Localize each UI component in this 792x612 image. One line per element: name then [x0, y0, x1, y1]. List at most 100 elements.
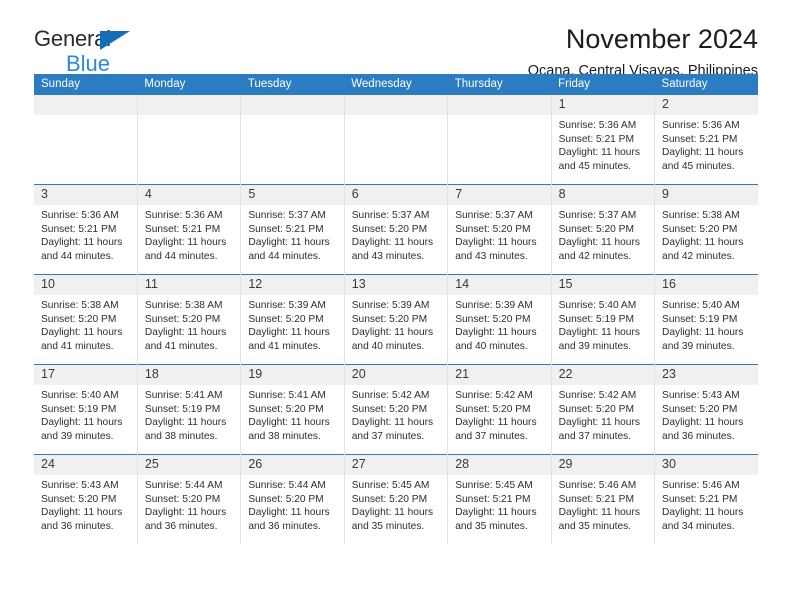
- sunrise-text: Sunrise: 5:41 AM: [248, 390, 326, 401]
- day-number: 3: [34, 185, 137, 205]
- day-number: 24: [34, 455, 137, 475]
- daylight-text: Daylight: 11 hours and 43 minutes.: [455, 237, 537, 262]
- calendar-day-cell[interactable]: 7 Sunrise: 5:37 AM Sunset: 5:20 PM Daylight…: [447, 184, 552, 275]
- calendar-day-cell[interactable]: 8 Sunrise: 5:37 AM Sunset: 5:20 PM Daylight…: [551, 184, 656, 275]
- sunset-text: Sunset: 5:21 PM: [662, 133, 738, 145]
- sunset-text: Sunset: 5:20 PM: [351, 223, 428, 235]
- sunrise-text: Sunrise: 5:43 AM: [662, 390, 740, 401]
- day-details: Sunrise: 5:39 AM Sunset: 5:20 PM Daylight:…: [241, 295, 343, 353]
- calendar-day-cell[interactable]: 20 Sunrise: 5:42 AM Sunset: 5:20 PM Dayligh…: [344, 364, 449, 455]
- sunset-text: Sunset: 5:19 PM: [662, 313, 738, 325]
- sunrise-text: Sunrise: 5:46 AM: [662, 480, 740, 491]
- calendar-day-cell[interactable]: 10 Sunrise: 5:38 AM Sunset: 5:20 PM Dayligh…: [34, 274, 138, 365]
- day-details: Sunrise: 5:40 AM Sunset: 5:19 PM Daylight:…: [552, 295, 654, 353]
- sunset-text: Sunset: 5:21 PM: [455, 493, 531, 505]
- sunset-text: Sunset: 5:20 PM: [144, 313, 221, 325]
- calendar-day-cell[interactable]: 9 Sunrise: 5:38 AM Sunset: 5:20 PM Daylight…: [654, 184, 758, 275]
- sunset-text: Sunset: 5:20 PM: [558, 223, 634, 235]
- weekday-header-saturday: Saturday: [654, 74, 758, 95]
- calendar-day-cell[interactable]: 14 Sunrise: 5:39 AM Sunset: 5:20 PM Dayligh…: [447, 274, 552, 365]
- calendar-day-cell[interactable]: 19 Sunrise: 5:41 AM Sunset: 5:20 PM Dayligh…: [240, 364, 345, 455]
- calendar-day-cell[interactable]: 1 Sunrise: 5:36 AM Sunset: 5:21 PM Daylight…: [551, 95, 656, 185]
- day-details: Sunrise: 5:36 AM Sunset: 5:21 PM Daylight:…: [138, 205, 240, 263]
- sunset-text: Sunset: 5:20 PM: [455, 313, 531, 325]
- sunrise-text: Sunrise: 5:45 AM: [455, 480, 533, 491]
- calendar-day-cell[interactable]: 6 Sunrise: 5:37 AM Sunset: 5:20 PM Daylight…: [344, 184, 449, 275]
- sunset-text: Sunset: 5:19 PM: [558, 313, 634, 325]
- sunset-text: Sunset: 5:21 PM: [558, 493, 634, 505]
- brand-logo[interactable]: General Blue: [34, 28, 234, 78]
- weekday-header-wednesday: Wednesday: [344, 74, 448, 95]
- calendar-page: General Blue November 2024 Ocana, Centra…: [0, 0, 792, 612]
- daylight-text: Daylight: 11 hours and 36 minutes.: [144, 507, 227, 532]
- day-details: Sunrise: 5:42 AM Sunset: 5:20 PM Daylight:…: [552, 385, 654, 443]
- day-details: Sunrise: 5:38 AM Sunset: 5:20 PM Daylight:…: [34, 295, 137, 353]
- daylight-text: Daylight: 11 hours and 36 minutes.: [248, 507, 330, 532]
- calendar-week-row: 24 Sunrise: 5:43 AM Sunset: 5:20 PM Dayligh…: [34, 454, 758, 544]
- weekday-header-thursday: Thursday: [447, 74, 552, 95]
- day-details: Sunrise: 5:42 AM Sunset: 5:20 PM Daylight:…: [345, 385, 447, 443]
- calendar-cell-empty: [344, 95, 449, 185]
- day-number: 22: [551, 365, 655, 385]
- day-number: 26: [241, 455, 344, 475]
- day-number: 13: [344, 275, 448, 295]
- day-details: Sunrise: 5:42 AM Sunset: 5:20 PM Daylight:…: [448, 385, 550, 443]
- calendar-day-cell[interactable]: 26 Sunrise: 5:44 AM Sunset: 5:20 PM Dayligh…: [240, 454, 345, 544]
- sunset-text: Sunset: 5:20 PM: [248, 493, 324, 505]
- calendar-cell-empty: [137, 95, 242, 185]
- sunrise-text: Sunrise: 5:36 AM: [662, 120, 740, 131]
- day-details: Sunrise: 5:36 AM Sunset: 5:21 PM Daylight:…: [552, 115, 654, 173]
- daylight-text: Daylight: 11 hours and 40 minutes.: [455, 327, 537, 352]
- calendar-day-cell[interactable]: 4 Sunrise: 5:36 AM Sunset: 5:21 PM Daylight…: [137, 184, 242, 275]
- calendar-day-cell[interactable]: 25 Sunrise: 5:44 AM Sunset: 5:20 PM Dayligh…: [137, 454, 242, 544]
- day-number: 20: [344, 365, 448, 385]
- calendar-day-cell[interactable]: 3 Sunrise: 5:36 AM Sunset: 5:21 PM Daylight…: [34, 184, 138, 275]
- calendar-day-cell[interactable]: 21 Sunrise: 5:42 AM Sunset: 5:20 PM Dayligh…: [447, 364, 552, 455]
- calendar-day-cell[interactable]: 11 Sunrise: 5:38 AM Sunset: 5:20 PM Dayligh…: [137, 274, 242, 365]
- day-details: Sunrise: 5:44 AM Sunset: 5:20 PM Daylight:…: [138, 475, 240, 533]
- daylight-text: Daylight: 11 hours and 35 minutes.: [558, 507, 640, 532]
- calendar-day-cell[interactable]: 29 Sunrise: 5:46 AM Sunset: 5:21 PM Dayligh…: [551, 454, 656, 544]
- day-details: Sunrise: 5:37 AM Sunset: 5:20 PM Daylight:…: [345, 205, 447, 263]
- daylight-text: Daylight: 11 hours and 35 minutes.: [455, 507, 537, 532]
- sunrise-text: Sunrise: 5:36 AM: [41, 210, 119, 221]
- calendar-day-cell[interactable]: 30 Sunrise: 5:46 AM Sunset: 5:21 PM Dayligh…: [654, 454, 758, 544]
- calendar-day-cell[interactable]: 12 Sunrise: 5:39 AM Sunset: 5:20 PM Dayligh…: [240, 274, 345, 365]
- day-details: Sunrise: 5:43 AM Sunset: 5:20 PM Daylight:…: [34, 475, 137, 533]
- calendar-day-cell[interactable]: 28 Sunrise: 5:45 AM Sunset: 5:21 PM Dayligh…: [447, 454, 552, 544]
- calendar-cell-empty: [240, 95, 345, 185]
- day-details: Sunrise: 5:38 AM Sunset: 5:20 PM Daylight:…: [655, 205, 758, 263]
- calendar-day-cell[interactable]: 2 Sunrise: 5:36 AM Sunset: 5:21 PM Daylight…: [654, 95, 758, 185]
- calendar-day-cell[interactable]: 5 Sunrise: 5:37 AM Sunset: 5:21 PM Daylight…: [240, 184, 345, 275]
- daylight-text: Daylight: 11 hours and 43 minutes.: [351, 237, 434, 262]
- sunrise-text: Sunrise: 5:46 AM: [558, 480, 637, 491]
- daylight-text: Daylight: 11 hours and 42 minutes.: [558, 237, 640, 262]
- calendar-week-row: 17 Sunrise: 5:40 AM Sunset: 5:19 PM Dayligh…: [34, 364, 758, 455]
- calendar-day-cell[interactable]: 22 Sunrise: 5:42 AM Sunset: 5:20 PM Dayligh…: [551, 364, 656, 455]
- day-details: Sunrise: 5:37 AM Sunset: 5:20 PM Daylight:…: [448, 205, 550, 263]
- sunset-text: Sunset: 5:21 PM: [558, 133, 634, 145]
- day-details: Sunrise: 5:39 AM Sunset: 5:20 PM Daylight:…: [448, 295, 550, 353]
- calendar-day-cell[interactable]: 15 Sunrise: 5:40 AM Sunset: 5:19 PM Dayligh…: [551, 274, 656, 365]
- sunset-text: Sunset: 5:20 PM: [351, 403, 428, 415]
- calendar-day-cell[interactable]: 16 Sunrise: 5:40 AM Sunset: 5:19 PM Dayligh…: [654, 274, 758, 365]
- calendar-day-cell[interactable]: 24 Sunrise: 5:43 AM Sunset: 5:20 PM Dayligh…: [34, 454, 138, 544]
- calendar-cell-empty: [34, 95, 138, 185]
- weekday-header-friday: Friday: [551, 74, 655, 95]
- calendar-day-cell[interactable]: 13 Sunrise: 5:39 AM Sunset: 5:20 PM Dayligh…: [344, 274, 449, 365]
- calendar-day-cell[interactable]: 17 Sunrise: 5:40 AM Sunset: 5:19 PM Dayligh…: [34, 364, 138, 455]
- calendar-day-cell[interactable]: 27 Sunrise: 5:45 AM Sunset: 5:20 PM Dayligh…: [344, 454, 449, 544]
- page-header: General Blue November 2024 Ocana, Centra…: [34, 0, 758, 79]
- calendar-head: Sunday Monday Tuesday Wednesday Thursday Frid…: [34, 74, 758, 95]
- sunset-text: Sunset: 5:21 PM: [41, 223, 117, 235]
- calendar-day-cell[interactable]: 23 Sunrise: 5:43 AM Sunset: 5:20 PM Dayligh…: [654, 364, 758, 455]
- day-number: [34, 95, 137, 115]
- sunset-text: Sunset: 5:20 PM: [662, 223, 738, 235]
- sunrise-text: Sunrise: 5:40 AM: [41, 390, 119, 401]
- sunrise-text: Sunrise: 5:39 AM: [351, 300, 430, 311]
- sunset-text: Sunset: 5:20 PM: [351, 493, 428, 505]
- calendar-table: Sunday Monday Tuesday Wednesday Thursday Frid…: [34, 74, 758, 544]
- calendar-day-cell[interactable]: 18 Sunrise: 5:41 AM Sunset: 5:19 PM Dayligh…: [137, 364, 242, 455]
- day-number: 16: [655, 275, 758, 295]
- daylight-text: Daylight: 11 hours and 44 minutes.: [41, 237, 123, 262]
